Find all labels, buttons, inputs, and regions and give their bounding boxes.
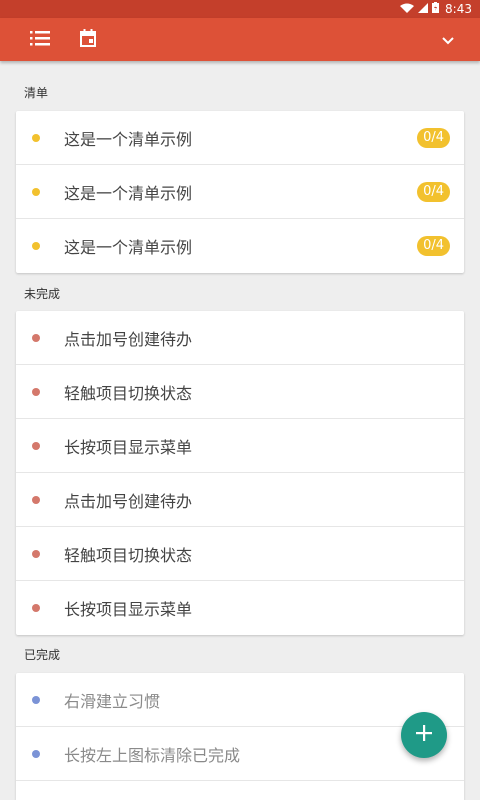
todo-item-label: 轻触项目切换状态 [64,545,193,565]
status-icons [400,2,440,16]
todo-item-label: 点击加号创建待办 [64,491,193,511]
todo-item[interactable]: 点击加号创建待办 [16,473,464,527]
status-time: 8:43 [445,2,472,16]
list-item[interactable]: 这是一个清单示例 0/4 [16,111,464,165]
todo-dot [32,441,40,450]
list-dot [32,242,40,250]
todo-item-label: 点击加号创建待办 [64,329,193,349]
list-dot [32,187,40,196]
progress-badge: 0/4 [417,182,450,202]
calendar-button[interactable] [66,18,110,61]
list-menu-button[interactable] [18,18,62,61]
done-card: 右滑建立习惯 长按左上图标清除已完成 [16,673,464,800]
todo-item-label: 轻触项目切换状态 [64,383,193,403]
lists-card: 这是一个清单示例 0/4 这是一个清单示例 0/4 这是一个清单示例 0/4 [16,111,464,273]
chevron-down-icon [442,30,454,49]
status-bar: 8:43 [0,0,480,18]
section-header-lists: 清单 [24,86,49,100]
todo-item-label: 长按项目显示菜单 [64,600,193,619]
plus-icon [415,724,433,746]
todo-dot [32,495,40,504]
section-header-todo: 未完成 [24,287,61,301]
todo-dot [32,387,40,396]
list-item[interactable]: 这是一个清单示例 0/4 [16,219,464,273]
todo-dot [32,549,40,558]
todo-card: 点击加号创建待办 轻触项目切换状态 长按项目显示菜单 点击加号创建待办 轻触项目… [16,311,464,635]
dropdown-button[interactable] [426,18,470,61]
app-bar [0,18,480,61]
todo-item[interactable]: 轻触项目切换状态 [16,527,464,581]
list-menu-icon [30,30,50,50]
todo-dot [32,333,40,342]
done-item-label: 长按左上图标清除已完成 [64,745,241,765]
list-item-label: 这是一个清单示例 [64,238,193,257]
progress-badge: 0/4 [417,236,450,256]
battery-icon [432,2,440,16]
list-item-label: 这是一个清单示例 [64,129,193,149]
done-item[interactable]: 右滑建立习惯 [16,673,464,727]
section-header-done: 已完成 [24,648,61,662]
wifi-icon [400,2,415,16]
todo-item[interactable]: 长按项目显示菜单 [16,419,464,473]
add-button[interactable] [401,712,447,758]
signal-icon [418,2,429,16]
done-item-label: 右滑建立习惯 [64,691,161,711]
calendar-icon [80,28,96,51]
done-item[interactable]: 长按左上图标清除已完成 [16,727,464,781]
todo-item[interactable]: 轻触项目切换状态 [16,365,464,419]
done-dot [32,749,40,758]
done-item-partial[interactable] [16,781,464,800]
done-dot [32,695,40,704]
todo-item-label: 长按项目显示菜单 [64,437,193,457]
todo-item[interactable]: 长按项目显示菜单 [16,581,464,635]
todo-item[interactable]: 点击加号创建待办 [16,311,464,365]
todo-dot [32,604,40,612]
list-item[interactable]: 这是一个清单示例 0/4 [16,165,464,219]
progress-badge: 0/4 [417,128,450,148]
list-item-label: 这是一个清单示例 [64,183,193,203]
list-dot [32,133,40,142]
